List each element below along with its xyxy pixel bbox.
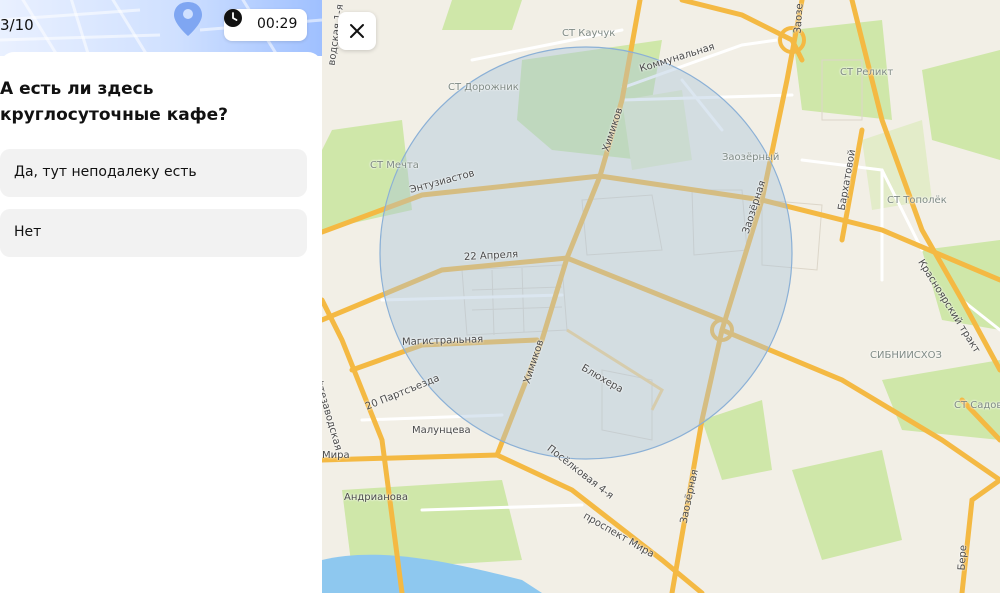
answer-option-label: Да, тут неподалеку есть <box>14 164 197 180</box>
map-label-zaozernaya-top: Заозе <box>792 3 806 34</box>
map-label-dorozhnik: СТ Дорожник <box>448 82 519 93</box>
close-button[interactable] <box>338 12 376 50</box>
map-pin-icon <box>174 2 202 36</box>
question-counter: 3/10 <box>0 16 34 34</box>
close-icon <box>350 24 364 38</box>
map-label-sadovod: СТ Садов <box>954 400 1000 411</box>
question-text: А есть ли здесь круглосуточные кафе? <box>0 79 228 125</box>
map-label-zaozerny: Заозёрный <box>722 152 780 163</box>
map-label-sibniiskhoz: СИБНИИСХОЗ <box>870 350 942 361</box>
map-label-relikt: СТ Реликт <box>840 67 894 78</box>
answer-option-label: Нет <box>14 224 42 240</box>
clock-icon <box>224 9 242 27</box>
panel-header-map-banner: 3/10 00:29 <box>0 0 322 56</box>
question-card: А есть ли здесь круглосуточные кафе? Да,… <box>0 52 322 593</box>
timer-value: 00:29 <box>257 16 298 32</box>
map-label-mechta: СТ Мечта <box>370 160 419 171</box>
map-label-bere: Бере <box>956 544 970 571</box>
map-label-mira-west: Мира <box>322 450 350 461</box>
answer-option-no[interactable]: Нет <box>0 209 307 257</box>
map-label-andrianova: Андрианова <box>344 492 408 503</box>
map-label-kauchuk: СТ Каучук <box>562 28 616 39</box>
map-view[interactable]: СТ Каучук Коммунальная СТ Дорожник СТ Ре… <box>322 0 1000 593</box>
timer: 00:29 <box>224 9 307 41</box>
map-label-malunceva: Малунцева <box>412 425 471 436</box>
map-canvas[interactable] <box>322 0 1000 593</box>
map-label-topolek: СТ Тополёк <box>887 195 947 206</box>
answer-option-yes[interactable]: Да, тут неподалеку есть <box>0 149 307 197</box>
quiz-panel: 3/10 00:29 А есть ли здесь круглосуточны… <box>0 0 322 593</box>
search-radius-circle <box>379 46 793 460</box>
